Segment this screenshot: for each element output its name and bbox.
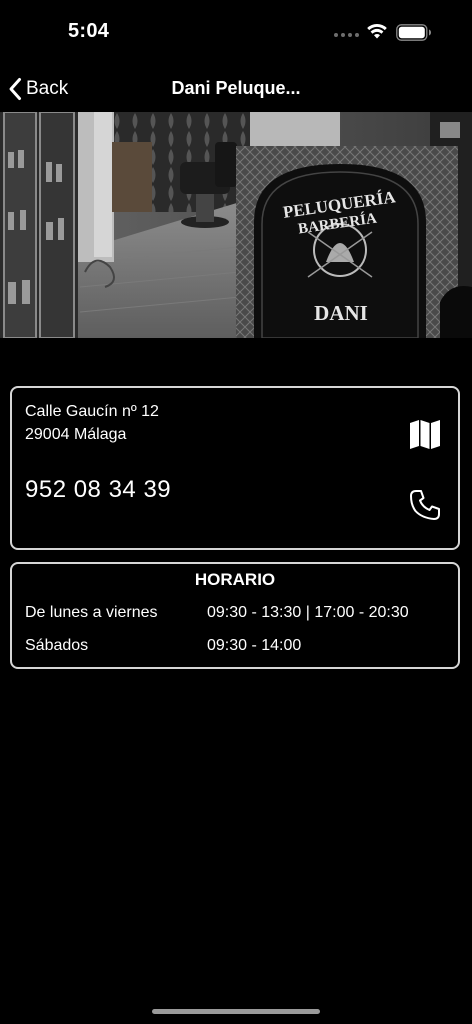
page-title: Dani Peluque... bbox=[171, 78, 301, 98]
salon-photo: PELUQUERÍA BARBERÍA DANI bbox=[0, 112, 472, 338]
wifi-icon bbox=[367, 23, 387, 39]
phone-icon bbox=[410, 490, 440, 520]
hours-day: Sábados bbox=[25, 637, 89, 654]
battery-icon bbox=[396, 24, 431, 41]
call-button[interactable] bbox=[408, 488, 442, 522]
salon-photo-illustration: PELUQUERÍA BARBERÍA DANI bbox=[0, 112, 472, 338]
map-button[interactable] bbox=[408, 417, 442, 451]
home-indicator[interactable] bbox=[152, 1009, 320, 1014]
map-icon bbox=[410, 420, 440, 449]
status-time: 5:04 bbox=[68, 20, 110, 42]
contact-card: Calle Gaucín nº 12 29004 Málaga 952 08 3… bbox=[10, 386, 460, 550]
cellular-signal-icon bbox=[334, 33, 359, 37]
phone-number[interactable]: 952 08 34 39 bbox=[25, 476, 171, 504]
address-city: 29004 Málaga bbox=[25, 426, 127, 443]
hours-time: 09:30 - 14:00 bbox=[207, 637, 302, 654]
navigation-bar: Back Dani Peluque... bbox=[0, 64, 472, 112]
sign-text-dani: DANI bbox=[314, 301, 368, 325]
hours-day: De lunes a viernes bbox=[25, 604, 158, 621]
opening-hours-card: HORARIO De lunes a viernes 09:30 - 13:30… bbox=[10, 562, 460, 669]
hours-time: 09:30 - 13:30 | 17:00 - 20:30 bbox=[207, 604, 409, 621]
status-bar: 5:04 bbox=[0, 0, 472, 64]
hours-title: HORARIO bbox=[194, 570, 276, 589]
address-street: Calle Gaucín nº 12 bbox=[25, 403, 159, 420]
